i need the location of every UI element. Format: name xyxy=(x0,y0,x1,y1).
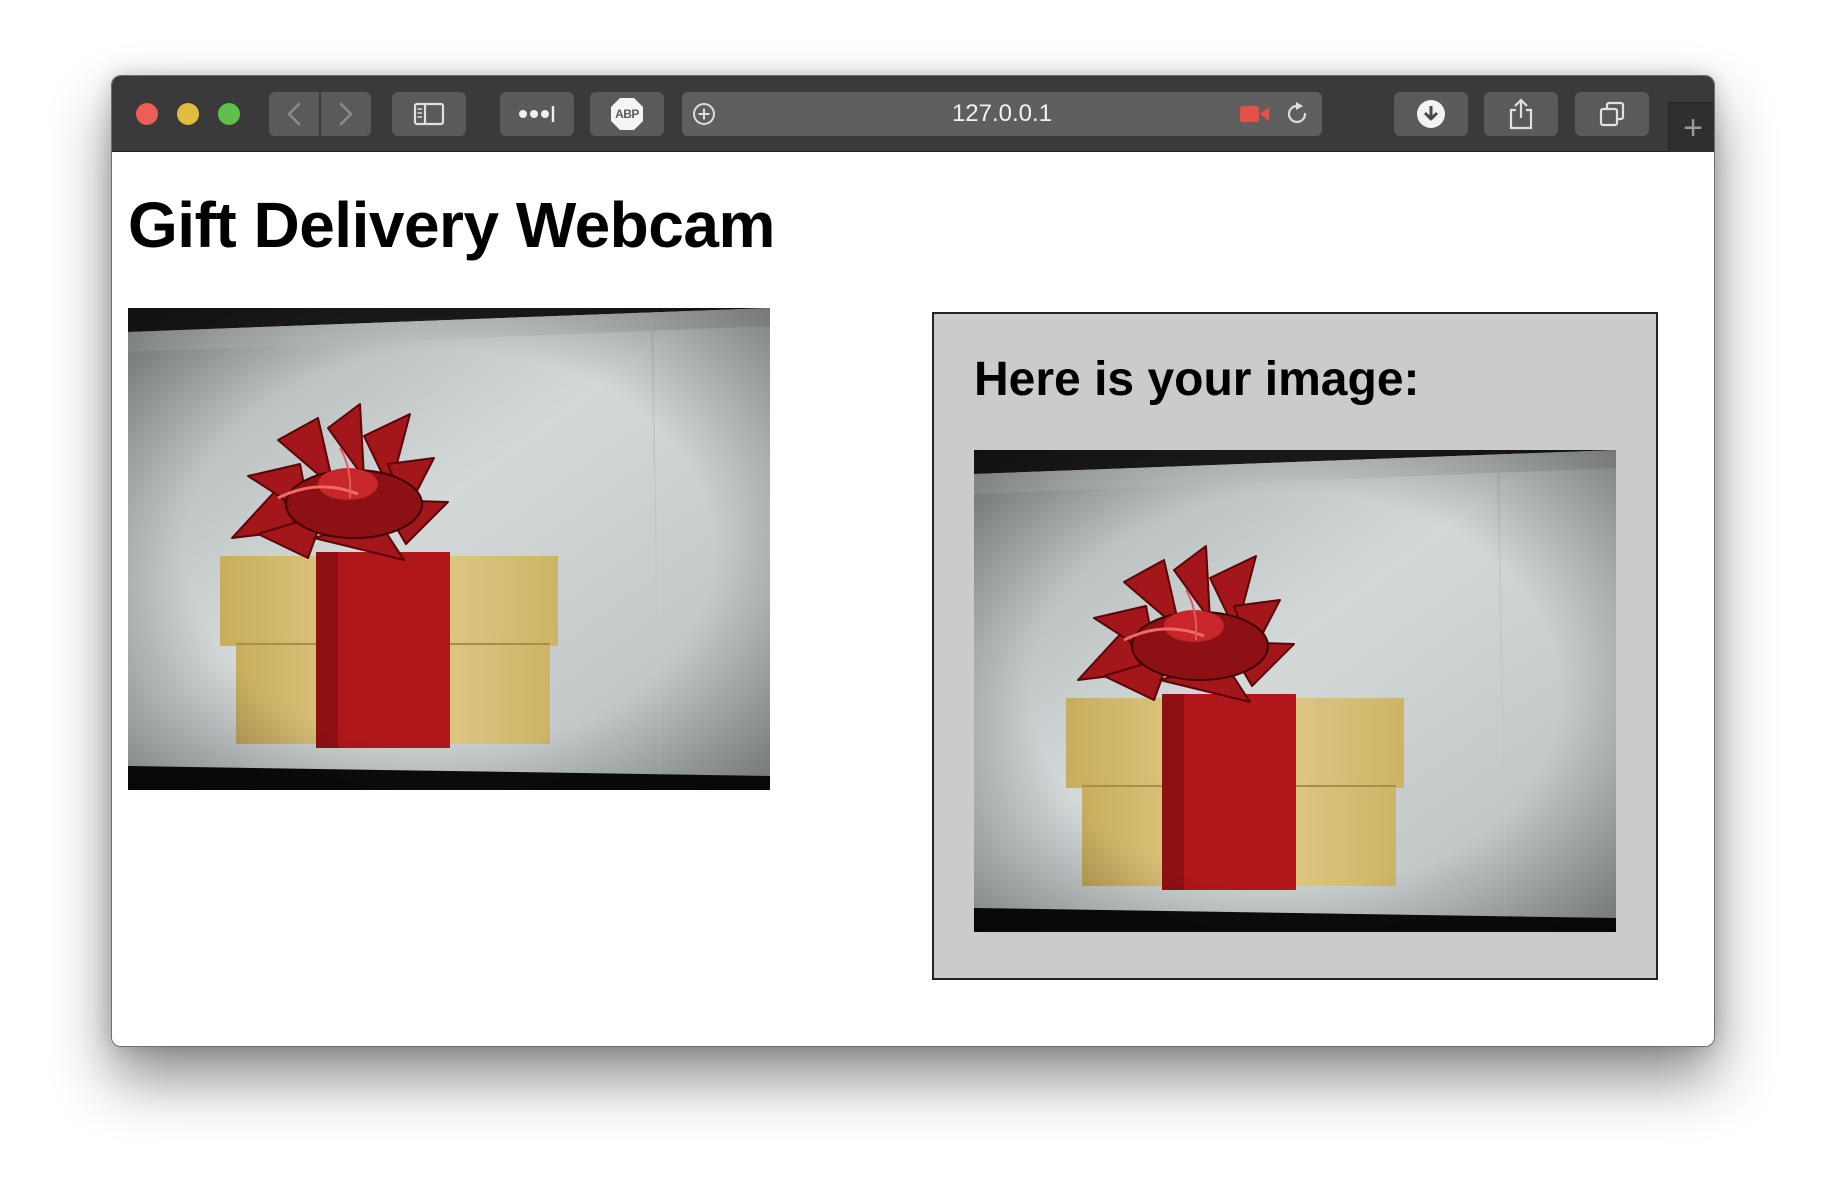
share-icon xyxy=(1509,98,1533,130)
screen: ABP 127.0.0.1 + Gift Delivery Webcam Her… xyxy=(0,0,1822,1192)
download-icon xyxy=(1417,100,1445,128)
back-button[interactable] xyxy=(269,92,319,136)
tabs-icon xyxy=(1599,101,1625,127)
reader-icon xyxy=(519,106,555,122)
share-button[interactable] xyxy=(1484,92,1558,136)
minimize-window-button[interactable] xyxy=(177,103,199,125)
reload-icon[interactable] xyxy=(1284,101,1310,127)
sidebar-icon xyxy=(413,102,445,126)
captured-image-panel: Here is your image: xyxy=(932,312,1658,980)
forward-icon xyxy=(339,102,353,126)
zoom-window-button[interactable] xyxy=(218,103,240,125)
captured-image-heading: Here is your image: xyxy=(974,353,1420,406)
close-window-button[interactable] xyxy=(136,103,158,125)
camera-icon[interactable] xyxy=(1240,104,1270,124)
address-bar[interactable]: 127.0.0.1 xyxy=(682,92,1322,136)
adblock-button[interactable]: ABP xyxy=(590,92,664,136)
webcam-feed-image xyxy=(128,308,770,790)
address-text: 127.0.0.1 xyxy=(951,100,1053,127)
page-content: Gift Delivery Webcam Here is your image: xyxy=(112,152,1714,1046)
tab-overview-button[interactable] xyxy=(1575,92,1649,136)
downloads-button[interactable] xyxy=(1394,92,1468,136)
browser-window: ABP 127.0.0.1 + Gift Delivery Webcam Her… xyxy=(111,75,1715,1047)
new-tab-button[interactable]: + xyxy=(1668,102,1714,153)
captured-image xyxy=(974,450,1616,932)
sidebar-button[interactable] xyxy=(392,92,466,136)
reader-button[interactable] xyxy=(500,92,574,136)
browser-toolbar: ABP 127.0.0.1 + xyxy=(112,76,1714,153)
forward-button[interactable] xyxy=(321,92,371,136)
adblock-badge-text: ABP xyxy=(615,107,639,121)
page-title: Gift Delivery Webcam xyxy=(128,189,775,261)
navigation-buttons xyxy=(269,92,371,136)
back-icon xyxy=(287,102,301,126)
